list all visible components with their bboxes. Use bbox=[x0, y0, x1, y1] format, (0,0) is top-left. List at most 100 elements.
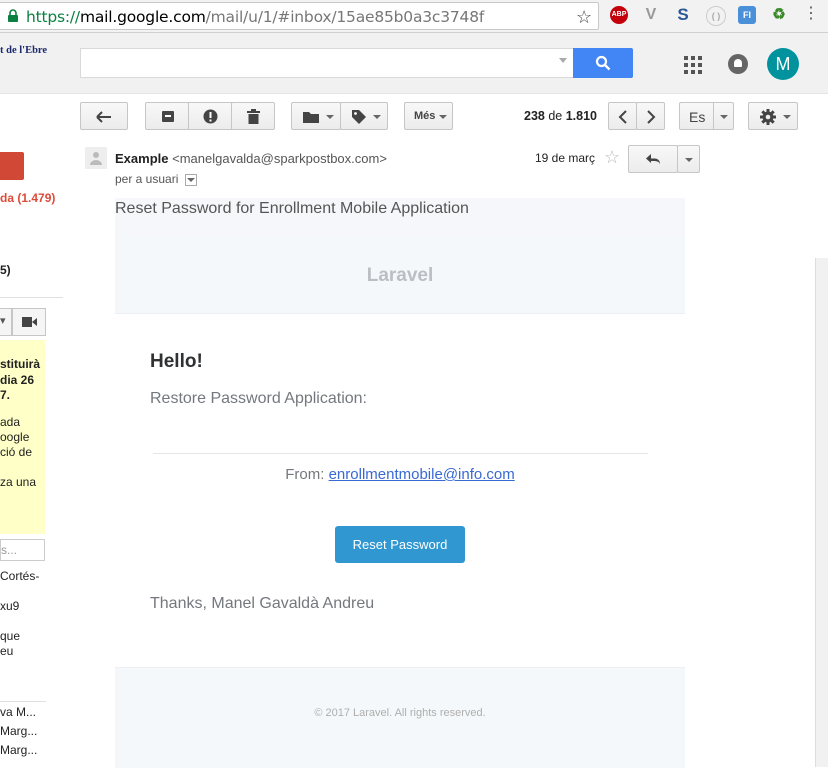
email-subject: Reset Password for Enrollment Mobile App… bbox=[115, 198, 685, 236]
people-search-input[interactable]: s... bbox=[0, 539, 45, 561]
person-icon bbox=[90, 152, 102, 165]
greeting-heading: Hello! bbox=[150, 351, 203, 372]
vue-extension-icon[interactable]: V bbox=[642, 6, 660, 24]
contact-item[interactable]: Cortés- bbox=[0, 569, 39, 583]
trash-icon bbox=[247, 109, 260, 124]
star-icon[interactable]: ☆ bbox=[604, 147, 620, 168]
notice-line: za una bbox=[0, 475, 37, 489]
video-call-button[interactable] bbox=[12, 308, 46, 336]
label-tag-icon bbox=[352, 110, 366, 124]
sidebar-item-inbox[interactable]: da (1.479) bbox=[0, 191, 55, 205]
pager-of: de bbox=[544, 109, 566, 123]
video-camera-icon bbox=[22, 317, 37, 327]
sender-name[interactable]: Example bbox=[115, 151, 168, 166]
sender-avatar[interactable] bbox=[85, 147, 107, 169]
notice-line: 7. bbox=[0, 388, 11, 402]
gear-icon bbox=[760, 109, 776, 125]
chevron-down-icon bbox=[685, 158, 693, 162]
content-divider bbox=[153, 453, 648, 454]
s-extension-icon[interactable]: S bbox=[674, 6, 692, 24]
notice-line: ada bbox=[0, 415, 21, 429]
contact-item[interactable]: xu9 bbox=[0, 599, 19, 613]
hangouts-notice: stituirà dia 26 7. ada oogle ció de za u… bbox=[0, 340, 45, 534]
reply-button[interactable] bbox=[628, 145, 678, 173]
signoff-text: Thanks, Manel Gavaldà Andreu bbox=[150, 595, 375, 612]
search-options-icon[interactable] bbox=[559, 58, 567, 63]
adblock-extension-icon[interactable]: ABP bbox=[610, 6, 628, 24]
url-path: /mail/u/1/#inbox/15ae85b0a3c3748f bbox=[205, 8, 485, 26]
sidebar-divider bbox=[0, 297, 63, 298]
archive-icon bbox=[162, 111, 174, 122]
brand-name[interactable]: Laravel bbox=[115, 265, 685, 287]
search-icon bbox=[595, 55, 611, 71]
url-domain: mail.google.com bbox=[79, 8, 206, 26]
pager-start: 238 bbox=[524, 109, 545, 123]
input-language-label: Es bbox=[689, 109, 706, 125]
fi-extension-icon[interactable]: FI bbox=[738, 6, 756, 24]
reply-more-button[interactable] bbox=[677, 145, 700, 173]
lang-divider bbox=[713, 103, 714, 129]
contact-item[interactable]: Marg... bbox=[0, 724, 37, 738]
chevron-down-icon bbox=[373, 115, 381, 119]
reply-controls bbox=[628, 145, 700, 173]
email-date: 19 de març bbox=[535, 151, 596, 165]
lock-icon bbox=[8, 9, 18, 22]
recycle-extension-icon[interactable]: ♻ bbox=[770, 6, 788, 24]
reply-icon bbox=[646, 154, 660, 164]
sender-line: Example <manelgavalda@sparkpostbox.com> bbox=[115, 151, 387, 166]
contact-item[interactable]: va M... bbox=[0, 705, 36, 719]
contacts-divider bbox=[0, 701, 46, 702]
reset-password-button[interactable]: Reset Password bbox=[335, 526, 465, 563]
pager-total: 1.810 bbox=[565, 109, 597, 123]
intro-text: Restore Password Application: bbox=[150, 390, 367, 407]
chevron-left-icon bbox=[618, 110, 627, 124]
contact-item[interactable]: que bbox=[0, 629, 20, 643]
notice-line: dia 26 bbox=[0, 373, 35, 387]
org-logo[interactable]: t de l'Ebre bbox=[0, 45, 47, 56]
address-bar[interactable]: https://mail.google.com/mail/u/1/#inbox/… bbox=[0, 2, 599, 30]
from-line: From: enrollmentmobile@info.com bbox=[115, 466, 685, 483]
move-to-button[interactable] bbox=[291, 102, 341, 130]
from-email-link[interactable]: enrollmentmobile@info.com bbox=[329, 466, 515, 483]
compose-button[interactable] bbox=[0, 152, 24, 180]
contact-item[interactable]: Marg... bbox=[0, 743, 37, 757]
bookmark-star-icon[interactable]: ☆ bbox=[576, 7, 592, 28]
sidebar-item-count[interactable]: 5) bbox=[0, 263, 11, 277]
scrollbar[interactable] bbox=[815, 258, 828, 767]
search-button[interactable] bbox=[573, 48, 633, 78]
settings-button[interactable] bbox=[748, 102, 798, 130]
chevron-right-icon bbox=[647, 110, 656, 124]
account-avatar[interactable]: M bbox=[767, 48, 799, 80]
recipient-line: per a usuari bbox=[115, 172, 197, 186]
chevron-down-icon bbox=[783, 115, 791, 119]
apps-grid-icon[interactable] bbox=[684, 56, 702, 74]
chevron-down-icon bbox=[439, 115, 447, 119]
browser-menu-icon[interactable]: ⋮ bbox=[803, 6, 819, 22]
spam-icon bbox=[203, 109, 218, 124]
labels-button[interactable] bbox=[340, 102, 388, 130]
more-button[interactable]: Més bbox=[404, 102, 453, 130]
chevron-down-icon bbox=[326, 115, 334, 119]
delete-button[interactable] bbox=[231, 102, 275, 130]
notice-line: oogle bbox=[0, 430, 30, 444]
report-spam-button[interactable] bbox=[188, 102, 232, 130]
url-text: https://mail.google.com/mail/u/1/#inbox/… bbox=[26, 8, 484, 26]
archive-button[interactable] bbox=[145, 102, 189, 130]
notifications-bell-icon[interactable] bbox=[728, 54, 748, 74]
back-arrow-icon bbox=[96, 111, 111, 123]
from-label: From: bbox=[285, 466, 329, 483]
hangouts-phone-button[interactable]: ▾ bbox=[0, 308, 12, 336]
json-extension-icon[interactable]: ( ) bbox=[706, 6, 726, 26]
back-button[interactable] bbox=[80, 102, 128, 130]
footer-copyright: © 2017 Laravel. All rights reserved. bbox=[314, 707, 486, 719]
contact-item[interactable]: eu bbox=[0, 644, 13, 658]
input-language-button[interactable]: Es bbox=[679, 102, 734, 130]
search-input[interactable] bbox=[80, 48, 574, 78]
email-brand-header: Laravel bbox=[115, 236, 685, 314]
newer-button[interactable] bbox=[608, 102, 637, 130]
show-details-button[interactable] bbox=[184, 173, 197, 186]
more-button-label: Més bbox=[414, 110, 436, 122]
pager-text: 238 de 1.810 bbox=[524, 109, 597, 123]
recipient-label: per a usuari bbox=[115, 172, 179, 186]
older-button[interactable] bbox=[636, 102, 665, 130]
